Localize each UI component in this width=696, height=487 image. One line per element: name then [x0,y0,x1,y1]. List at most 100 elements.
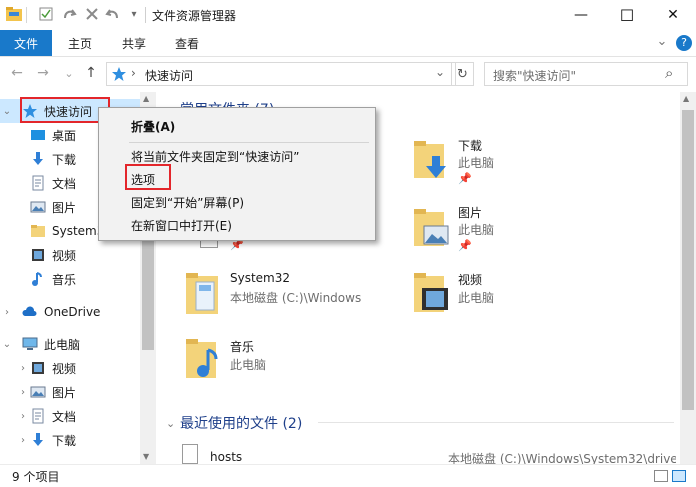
chevron-right-icon[interactable]: › [16,363,30,374]
refresh-button[interactable]: ↻ [451,62,474,86]
maximize-button[interactable]: ☐ [604,0,650,30]
chevron-right-icon[interactable]: › [16,411,30,422]
scroll-down-arrow-icon[interactable]: ▼ [143,452,149,461]
nav-label: 下载 [52,152,77,167]
file-icon [182,444,198,464]
quick-access-divider [26,7,27,23]
tile-sub-music: 此电脑 [230,358,267,372]
details-view-icon[interactable] [654,470,668,482]
picture-icon [30,384,46,400]
document-icon [30,175,46,191]
computer-icon [22,336,38,352]
nav-item-pc-documents[interactable]: › 文档 [0,404,140,428]
nav-item-this-pc[interactable]: ⌄ 此电脑 [0,332,140,356]
menu-item-open-new-window[interactable]: 在新窗口中打开(E) [131,217,232,234]
desktop-icon [30,127,46,143]
highlight-box-options [125,164,171,190]
path-segment[interactable]: 快速访问 [145,67,193,84]
help-icon[interactable]: ? [676,35,692,51]
item-count: 9 个项目 [12,470,60,484]
chevron-down-icon[interactable]: ⌄ [0,106,14,117]
video-icon [30,247,46,263]
nav-label: 图片 [52,385,77,400]
address-bar[interactable]: › 快速访问 ⌄ [106,62,456,86]
tab-view[interactable]: 查看 [175,30,199,56]
address-dropdown-icon[interactable]: ⌄ [435,65,445,79]
tile-sub-system32: 本地磁盘 (C:)\Windows [230,291,362,305]
path-separator: › [131,66,136,80]
up-button[interactable]: ↑ [82,64,100,82]
tile-name-system32[interactable]: System32 [230,271,290,285]
customize-toolbar-icon[interactable]: ▾ [126,6,142,22]
folder-picture-icon[interactable] [412,206,452,250]
nav-item-onedrive[interactable]: › OneDrive [0,300,140,324]
chevron-down-icon[interactable]: ⌄ [0,339,14,350]
tile-sub-videos: 此电脑 [458,291,495,305]
back-button[interactable]: ← [8,64,26,82]
chevron-down-icon[interactable]: ⌄ [166,417,175,430]
undo-icon[interactable] [104,6,120,22]
nav-item-pc-downloads[interactable]: › 下载 [0,428,140,452]
download-icon [30,151,46,167]
video-icon [30,360,46,376]
folder-download-icon[interactable] [412,138,452,182]
search-placeholder: 搜索"快速访问" [493,69,577,83]
minimize-button[interactable]: — [558,0,604,30]
properties-icon[interactable] [38,6,54,22]
delete-icon[interactable] [84,6,100,22]
redo-icon[interactable] [62,6,78,22]
chevron-right-icon[interactable]: › [16,435,30,446]
close-button[interactable]: ✕ [650,0,696,30]
nav-label: 音乐 [52,272,77,287]
folder-system32-icon[interactable] [184,268,224,318]
download-icon [30,432,46,448]
chevron-right-icon[interactable]: › [0,307,14,318]
cloud-icon [22,304,38,320]
group-header-recent[interactable]: 最近使用的文件 (2) [180,413,302,433]
menu-item-pin-quick-access[interactable]: 将当前文件夹固定到“快速访问” [131,148,299,165]
scroll-up-arrow-icon[interactable]: ▲ [683,94,689,103]
nav-label: 视频 [52,361,77,376]
expand-ribbon-icon[interactable]: ⌄ [654,34,670,50]
nav-label: 下载 [52,433,77,448]
pin-icon: 📌 [458,239,472,252]
content-scrollbar-thumb[interactable] [682,110,694,410]
tab-file[interactable]: 文件 [0,30,52,56]
nav-item-pc-videos[interactable]: › 视频 [0,356,140,380]
tile-sub-downloads: 此电脑 [458,156,495,170]
nav-label: 此电脑 [44,337,81,352]
scroll-up-arrow-icon[interactable]: ▲ [143,94,149,103]
tab-share[interactable]: 共享 [122,30,146,56]
folder-music-icon[interactable] [184,336,224,382]
nav-item-music[interactable]: 音乐 [0,267,140,291]
folder-app-icon [6,6,22,22]
tile-name-music[interactable]: 音乐 [230,338,254,355]
nav-item-pc-pictures[interactable]: › 图片 [0,380,140,404]
music-icon [30,271,46,287]
document-icon [30,408,46,424]
nav-item-videos[interactable]: 视频 [0,243,140,267]
folder-video-icon[interactable] [412,270,452,316]
tab-home[interactable]: 主页 [68,30,92,56]
chevron-right-icon[interactable]: › [16,387,30,398]
highlight-box-quick-access [20,97,110,123]
large-icons-view-icon[interactable] [672,470,686,482]
tile-name-pictures[interactable]: 图片 [458,204,482,221]
quick-access-star-icon [111,66,127,82]
tile-name-downloads[interactable]: 下载 [458,137,482,154]
nav-label: OneDrive [44,305,101,319]
tile-name-videos[interactable]: 视频 [458,271,482,288]
forward-button[interactable]: → [34,64,52,82]
ribbon-tab-bar [0,30,696,57]
nav-label: 视频 [52,248,77,263]
search-icon: ⌕ [665,64,674,82]
recent-file-name[interactable]: hosts [210,450,242,464]
recent-locations-button[interactable]: ⌄ [60,64,78,82]
folder-icon [30,223,46,239]
menu-item-collapse[interactable]: 折叠(A) [131,118,175,135]
tile-sub-pictures: 此电脑 [458,223,495,237]
search-input[interactable]: 搜索"快速访问" ⌕ [484,62,688,86]
menu-item-pin-start[interactable]: 固定到“开始”屏幕(P) [131,194,244,211]
window-title: 文件资源管理器 [152,9,237,23]
status-bar: 9 个项目 [0,464,696,487]
